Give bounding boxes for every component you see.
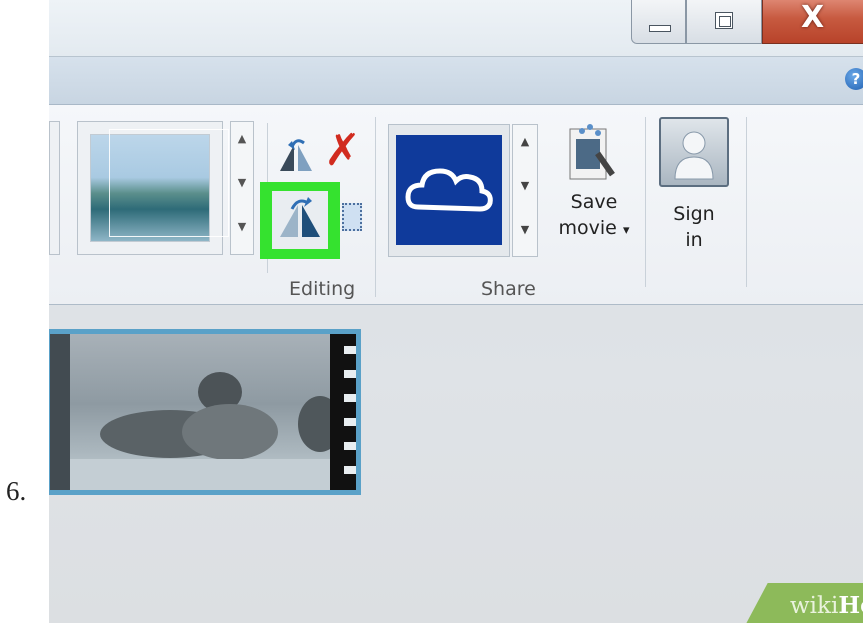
step-number: 6.	[6, 476, 27, 506]
film-save-icon	[569, 124, 615, 180]
movie-maker-window: X ? ▲ ▼ ▼ ✗ Editing ▲ ▼ ▼ Share Save mov…	[49, 0, 863, 623]
ribbon: ▲ ▼ ▼ ✗ Editing ▲ ▼ ▼ Share Save movie ▾…	[49, 105, 863, 305]
ribbon-separator	[645, 117, 646, 287]
user-avatar-icon	[674, 131, 714, 180]
clip-edge	[50, 334, 70, 490]
trim-tool-icon[interactable]	[342, 203, 362, 231]
seal-video-frame	[70, 334, 342, 490]
watermark-logo: wikiHow	[790, 592, 863, 619]
cloud-icon	[405, 168, 493, 212]
share-gallery-scrollbar[interactable]: ▲ ▼ ▼	[512, 124, 538, 257]
scroll-up-icon[interactable]: ▲	[513, 135, 537, 148]
ribbon-separator	[375, 117, 376, 297]
remove-button[interactable]: ✗	[324, 129, 361, 173]
film-sprocket-strip	[330, 334, 356, 490]
sign-in-label-line1: Sign	[673, 203, 715, 225]
sign-in-button[interactable]	[659, 117, 729, 187]
close-icon: X	[801, 0, 825, 35]
title-bar: X	[49, 0, 863, 57]
save-movie-label-line1: Save	[570, 191, 618, 213]
scroll-down-icon[interactable]: ▼	[231, 176, 253, 189]
dropdown-arrow-icon: ▾	[622, 223, 630, 238]
gallery-expand-icon[interactable]: ▼	[513, 223, 537, 236]
help-icon[interactable]: ?	[845, 68, 863, 90]
scroll-down-icon[interactable]: ▼	[513, 179, 537, 192]
effect-thumbnail-partial[interactable]	[49, 121, 60, 255]
delete-x-icon: ✗	[324, 125, 361, 176]
restore-button[interactable]	[686, 0, 762, 44]
save-movie-button[interactable]: Save movie ▾	[554, 119, 634, 265]
rotate-left-button[interactable]	[276, 135, 316, 175]
ribbon-separator	[746, 117, 747, 287]
ribbon-tab-strip	[49, 57, 863, 105]
rotate-left-icon	[280, 139, 312, 171]
rotate-right-button[interactable]	[260, 182, 340, 259]
effect-thumbnail[interactable]	[77, 121, 229, 255]
sign-in-label-line2: in	[685, 229, 703, 251]
onedrive-share-button[interactable]	[388, 124, 510, 257]
gallery-scrollbar[interactable]: ▲ ▼ ▼	[230, 121, 254, 255]
share-group-label: Share	[481, 278, 536, 300]
minimize-button[interactable]	[631, 0, 686, 44]
restore-icon	[715, 12, 733, 29]
rotate-right-icon-bg	[272, 191, 328, 249]
rotate-right-icon	[280, 197, 320, 237]
landscape-preview-image	[90, 129, 229, 242]
gallery-expand-icon[interactable]: ▼	[231, 220, 253, 233]
save-movie-label: movie	[558, 217, 617, 239]
editing-group-label: Editing	[289, 278, 356, 300]
seals-image	[70, 372, 342, 490]
minimize-icon	[649, 25, 671, 32]
onedrive-tile	[396, 135, 502, 245]
save-movie-label-line2: movie ▾	[554, 215, 634, 244]
video-clip-thumbnail[interactable]	[49, 329, 361, 495]
close-button[interactable]: X	[762, 0, 863, 44]
scroll-up-icon[interactable]: ▲	[231, 132, 253, 145]
